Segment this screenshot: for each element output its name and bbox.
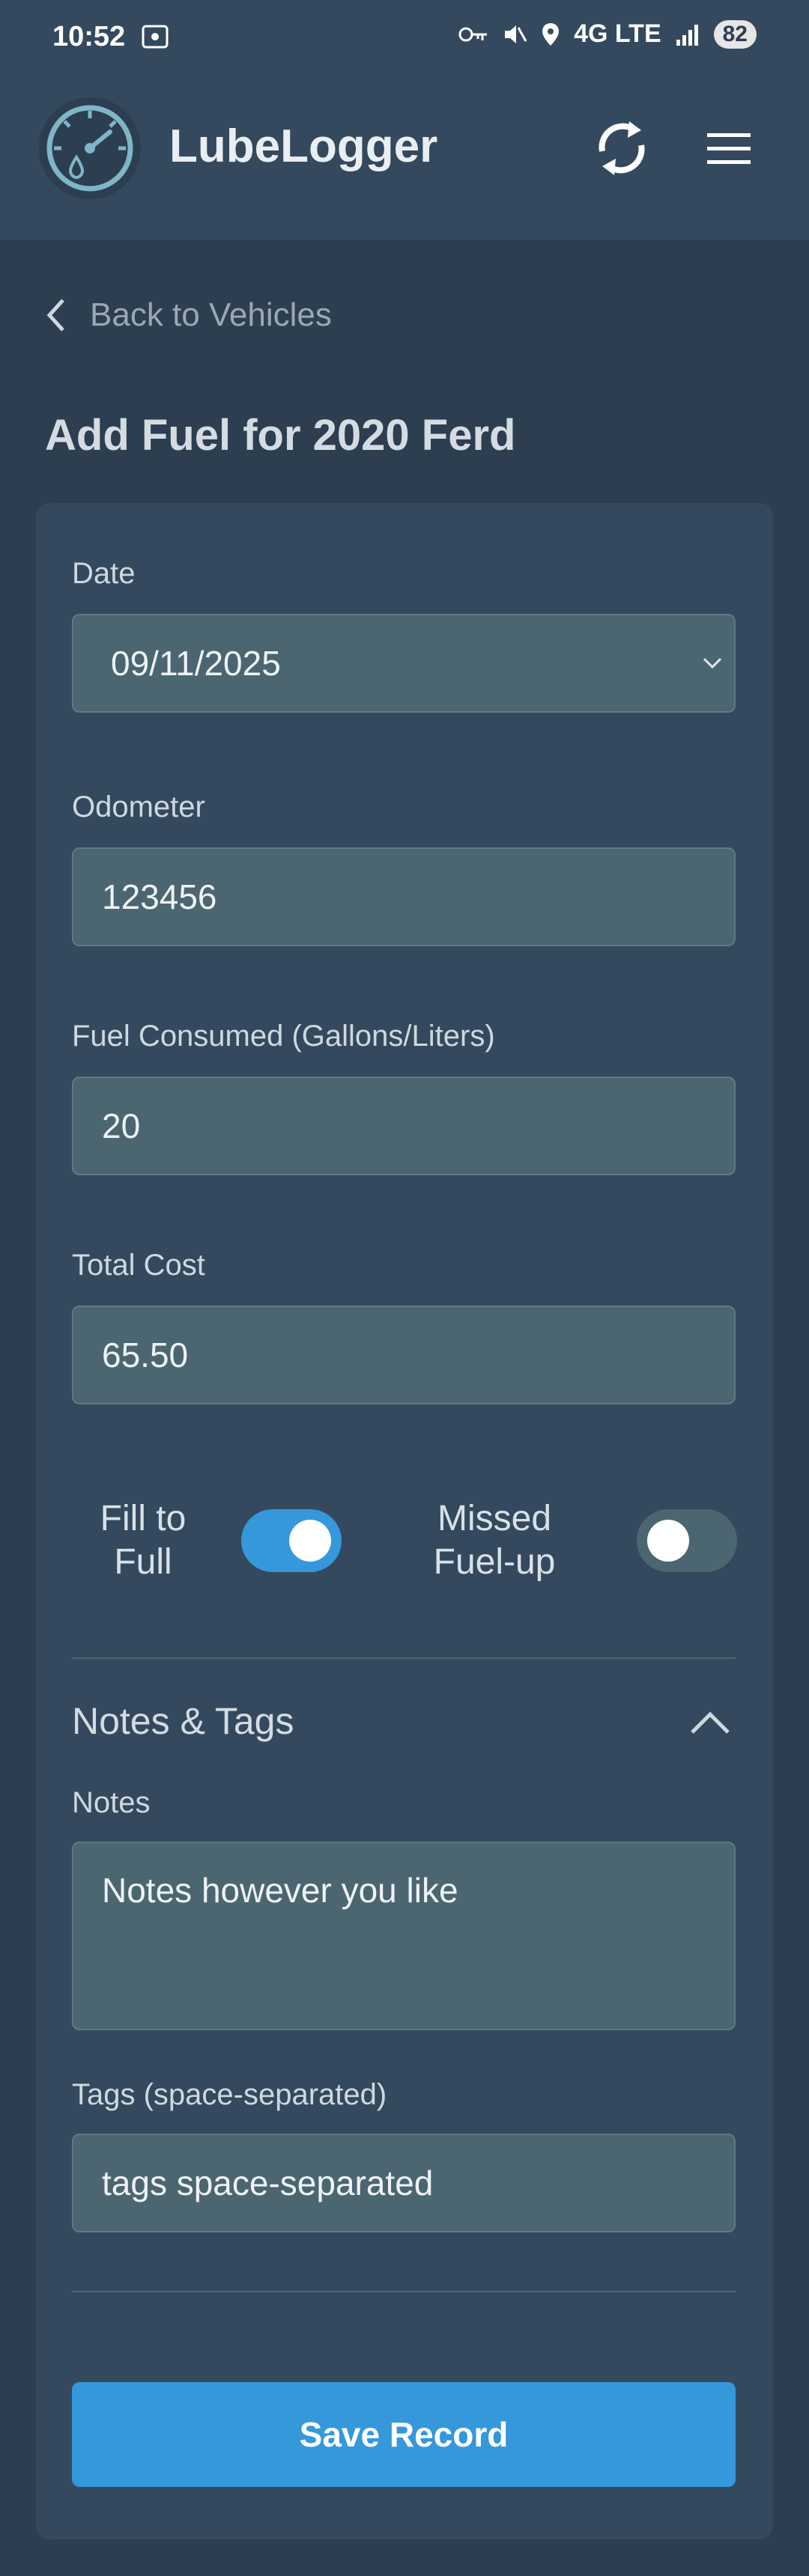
tags-label: Tags (space-separated) [72, 2078, 387, 2111]
status-time: 10:52 [52, 21, 126, 52]
date-label: Date [72, 557, 136, 590]
mute-icon [505, 25, 527, 43]
fuel-consumed-value: 20 [102, 1106, 141, 1145]
total-cost-field[interactable]: 65.50 [72, 1306, 736, 1404]
notes-label: Notes [72, 1786, 151, 1819]
chevron-left-icon [46, 299, 64, 332]
odometer-label: Odometer [72, 791, 205, 823]
back-to-vehicles-link[interactable]: Back to Vehicles [45, 296, 332, 334]
total-cost-value: 65.50 [102, 1336, 189, 1374]
app-title: LubeLogger [169, 121, 438, 172]
fuel-consumed-field[interactable]: 20 [72, 1077, 736, 1175]
odometer-value: 123456 [102, 877, 217, 916]
fill-to-full-label: Fill to Full [100, 1499, 187, 1582]
sync-icon[interactable] [592, 117, 652, 180]
fill-to-full-toggle[interactable] [241, 1509, 342, 1572]
notes-textarea[interactable]: Notes however you like [72, 1842, 736, 2030]
gauge-logo-icon [39, 97, 141, 199]
tags-placeholder: tags space-separated [102, 2164, 434, 2202]
hamburger-menu-icon[interactable] [707, 132, 751, 166]
back-label: Back to Vehicles [90, 296, 332, 333]
signal-icon [676, 24, 698, 46]
key-icon [458, 27, 488, 41]
notes-placeholder: Notes however you like [102, 1871, 458, 1910]
divider [72, 2291, 736, 2292]
fuel-consumed-label: Fuel Consumed (Gallons/Liters) [72, 1020, 495, 1053]
save-record-button[interactable]: Save Record [72, 2382, 736, 2487]
location-icon [542, 22, 560, 46]
date-value: 09/11/2025 [111, 644, 281, 683]
missed-fuelup-toggle[interactable] [637, 1509, 737, 1572]
date-field[interactable]: 09/11/2025 [72, 614, 736, 713]
battery-indicator: 82 [713, 19, 757, 49]
tags-field[interactable]: tags space-separated [72, 2134, 736, 2232]
divider [72, 1657, 736, 1659]
total-cost-label: Total Cost [72, 1249, 205, 1282]
toggle-knob [647, 1520, 689, 1562]
chevron-down-icon [703, 657, 722, 669]
app-header: LubeLogger [0, 78, 809, 240]
missed-fuelup-label: Missed Fuel-up [433, 1499, 556, 1582]
odometer-field[interactable]: 123456 [72, 847, 736, 946]
screenshot-icon [142, 25, 169, 49]
network-indicator: 4G LTE [574, 19, 661, 48]
chevron-up-icon[interactable] [689, 1708, 731, 1735]
toggle-knob [289, 1520, 331, 1562]
status-bar: 10:52 4G LTE 82 [0, 0, 809, 78]
notes-tags-section-header[interactable]: Notes & Tags [72, 1699, 294, 1743]
page-title: Add Fuel for 2020 Ferd [45, 411, 516, 460]
